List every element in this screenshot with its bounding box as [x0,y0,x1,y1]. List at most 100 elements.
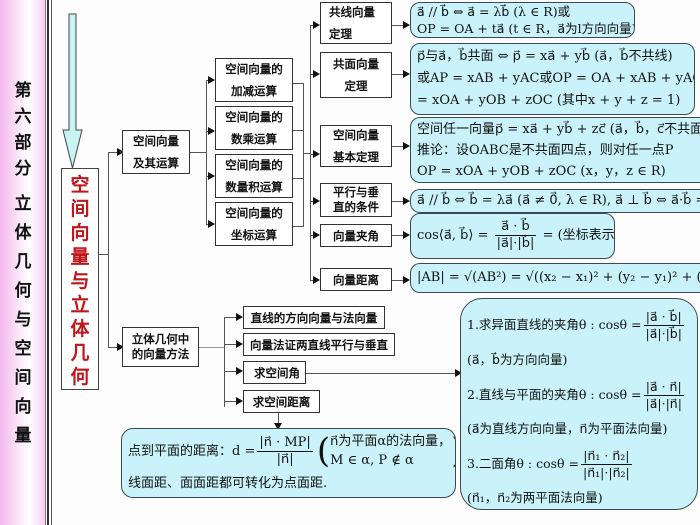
side-char: 向 [14,397,32,417]
box-text: 空间向量的 [225,206,283,220]
main-topic-char: 与 [70,270,90,292]
condition-line: M ∈ α, P ∉ α [330,453,414,468]
arrow-icon [403,70,410,78]
theorem-coplanar[interactable]: 共面向量 定理 [320,52,392,98]
main-topic-char: 量 [70,246,90,268]
formula-text: 点到平面的距离：d = [128,443,256,459]
theorem-parallel-perpendicular[interactable]: 平行与垂 直的条件 [320,183,392,217]
main-topic-char: 几 [70,342,90,364]
box-text: 数乘运算 [231,132,277,146]
formula-text: 1.求异面直线的夹角θ : cosθ = [467,317,642,332]
side-char: 部 [14,133,32,153]
side-title-topic: 立 体 几 何 与 空 间 向 量 [0,190,46,451]
space-angle-formulas: 1.求异面直线的夹角θ : cosθ = |a⃗ · b⃗| |a⃗|·|b⃗| … [460,298,698,510]
side-char: 六 [14,107,32,127]
op-dot-product[interactable]: 空间向量的 数量积运算 [215,154,293,198]
box-text: 定理 [329,27,352,41]
main-topic-char: 何 [70,366,90,388]
box-text: 直线的方向向量与法向量 [250,310,378,325]
formula-parallel-perpendicular: a⃗ // b⃗ ⇔ b⃗ = λa⃗ (a⃗ ≠ 0⃗, λ ∈ R), a⃗… [410,189,700,213]
fraction: |a⃗ · b⃗| |a⃗|·|b⃗| [643,309,684,342]
paren: ( [316,431,331,471]
op-add-subtract[interactable]: 空间向量的 加减运算 [215,58,293,102]
formula-line: a⃗ // b⃗ ⇔ a⃗ = λb⃗ (λ ∈ R)或 [417,4,571,19]
formula-coplanar: p⃗与a⃗，b⃗共面 ⇔ p⃗ = xa⃗ + yb⃗ (a⃗，b⃗不共线) 或… [410,43,695,115]
side-char: 立 [14,194,32,214]
method-direction-normal-vectors[interactable]: 直线的方向向量与法向量 [243,306,385,329]
conditions-text: n⃗为平面α的法向量， M ∈ α, P ∉ α [330,432,451,470]
box-text: 空间向量 [333,128,379,142]
formula-note: (a⃗，b⃗为方向向量) [467,352,568,367]
side-char: 第 [14,81,32,101]
connector [293,130,303,131]
box-text: 空间向量的 [225,158,283,172]
theorem-basic[interactable]: 空间向量 基本定理 [320,125,392,167]
formula-line: OP = OA + ta⃗ (t ∈ R，a⃗为l方向向量) [417,21,635,36]
box-text: 空间向量 [133,134,179,148]
arrow-icon [403,197,410,205]
arrow-icon [208,127,215,135]
branch-space-vector-ops[interactable]: 空间向量 及其运算 [122,130,190,174]
formula-line: p⃗与a⃗，b⃗共面 ⇔ p⃗ = xa⃗ + yb⃗ (a⃗，b⃗不共线) [417,49,673,64]
connector [293,226,303,227]
box-text: 向量距离 [333,272,379,287]
main-topic-char: 立 [70,294,90,316]
formula-collinear: a⃗ // b⃗ ⇔ a⃗ = λb⃗ (λ ∈ R)或 OP = OA + t… [410,2,635,38]
method-find-angle[interactable]: 求空间角 [243,361,306,384]
main-topic-box: 空 间 向 量 与 立 体 几 何 [61,168,99,390]
box-text: 及其运算 [133,156,179,170]
main-topic-char: 空 [70,174,90,196]
fraction-denominator: |a⃗|·|n⃗| [645,395,682,411]
branch-vector-methods[interactable]: 立体几何中 的向量方法 [122,327,199,367]
formula-note: (n⃗₁，n⃗₂为两平面法向量) [467,490,603,505]
op-scalar-mult[interactable]: 空间向量的 数乘运算 [215,106,293,150]
divider [47,0,49,525]
connector [293,83,303,84]
method-prove-parallel-perpendicular[interactable]: 向量法证两直线平行与垂直 [243,333,395,356]
formula-basic-theorem: 空间任一向量p⃗ = xa⃗ + yb⃗ + zc⃗ (a⃗，b⃗，c⃗不共面 … [410,117,700,183]
main-topic-char: 向 [70,222,90,244]
connector [190,152,207,153]
fraction: a⃗ · b⃗ |a⃗|·|b⃗| [494,219,537,252]
side-char: 何 [14,281,32,301]
op-coordinate[interactable]: 空间向量的 坐标运算 [215,202,293,246]
box-text: 空间向量的 [225,62,283,76]
side-char: 空 [14,339,32,359]
side-char: 几 [14,252,32,272]
box-text: 求空间角 [254,365,300,380]
connector [199,347,224,348]
fraction-numerator: |a⃗ · b⃗| [643,309,684,326]
box-text: 数量积运算 [225,180,283,194]
arrow-icon [313,150,320,158]
formula-note: 线面距、面面距都可转化为点面距. [128,476,328,491]
side-char: 量 [14,426,32,446]
connector [293,178,303,179]
fraction-denominator: |n⃗₁|·|n⃗₂| [583,464,630,480]
side-char: 间 [14,368,32,388]
connector [108,152,109,348]
formula-angle: cos⟨a⃗, b⃗⟩ = a⃗ · b⃗ |a⃗|·|b⃗| = (坐标表示) [410,213,615,259]
arrow-icon [236,313,243,321]
arrow-icon [208,220,215,228]
arrow-icon [236,340,243,348]
formula-line: a⃗ // b⃗ ⇔ b⃗ = λa⃗ (a⃗ ≠ 0⃗, λ ∈ R), a⃗… [417,193,700,208]
method-find-distance[interactable]: 求空间距离 [243,390,320,413]
down-arrow-icon [62,13,83,169]
box-text: 求空间距离 [252,394,311,409]
theorem-angle[interactable]: 向量夹角 [320,224,392,247]
arrow-icon [208,172,215,180]
connector [306,373,460,374]
box-text: 共线向量 [329,5,375,19]
connector [303,83,304,227]
fraction-numerator: a⃗ · b⃗ [494,219,537,236]
fraction: |n⃗ · MP| |n⃗| [257,435,313,468]
formula-text: cos⟨a⃗, b⃗⟩ = [417,228,493,243]
main-topic-char: 间 [70,198,90,220]
box-text: 立体几何中 [131,332,190,346]
fraction: |a⃗ · n⃗| |a⃗|·|n⃗| [643,379,684,412]
angle-item-1: 1.求异面直线的夹角θ : cosθ = |a⃗ · b⃗| |a⃗|·|b⃗| [467,303,693,347]
box-text: 向量法证两直线平行与垂直 [250,337,388,352]
theorem-distance[interactable]: 向量距离 [320,268,392,291]
side-panel: 第 六 部 分 立 体 几 何 与 空 间 向 量 [0,0,46,525]
theorem-collinear[interactable]: 共线向量 定理 [320,2,392,44]
